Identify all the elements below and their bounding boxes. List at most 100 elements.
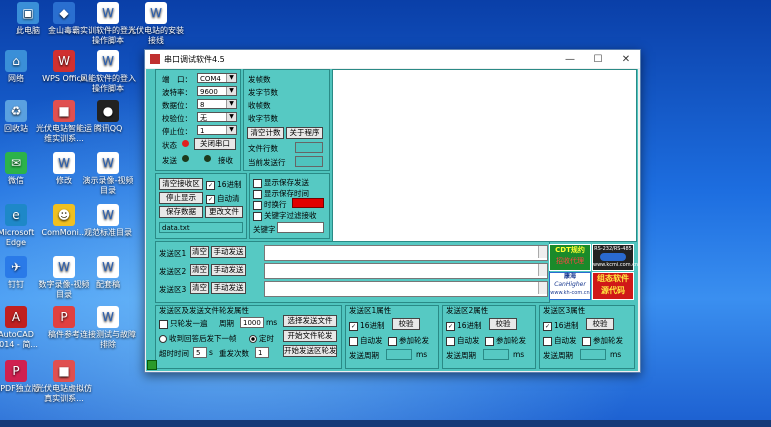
area-3-hex-checkbox[interactable]: ✓ 16进制	[543, 320, 579, 331]
app-icon: ■	[53, 360, 75, 382]
area-3-verify-button[interactable]: 校验	[586, 318, 614, 330]
send-area-1-input[interactable]	[264, 245, 548, 261]
port-settings-panel: 端 口： COM4 ▼ 波特率： 9600 ▼ 数据位： 8 ▼ 校验位： 无 ▼ 停止…	[155, 69, 241, 171]
start-file-cycle-button[interactable]: 开始文件轮发	[283, 330, 337, 342]
area-1-verify-button[interactable]: 校验	[392, 318, 420, 330]
hex-display-checkbox[interactable]: ✓ 16进制	[206, 179, 242, 190]
clear-count-button[interactable]: 清空计数	[247, 127, 284, 139]
period-input[interactable]: 1000	[240, 317, 264, 328]
send-area-1-manual-send-button[interactable]: 手动发送	[211, 246, 246, 258]
send-area-2-props-panel: 发送区2属性 ✓ 16进制 校验 自动发 参加轮发 发送周期 ms	[442, 305, 536, 369]
title-bar[interactable]: 串口调试软件4.5 — ☐ ✕	[145, 50, 640, 68]
commonitor-icon: ☻	[53, 204, 75, 226]
desktop-icon-pv-virtual[interactable]: ■ 光伏电站虚拟仿真实训系...	[36, 360, 92, 404]
send-area-1-props-panel: 发送区1属性 ✓ 16进制 校验 自动发 参加轮发 发送周期 ms	[345, 305, 439, 369]
area-3-auto-send-checkbox[interactable]: 自动发	[543, 335, 577, 346]
timed-radio[interactable]: 定时	[249, 333, 274, 344]
timeout-unit: s	[209, 348, 213, 357]
area-2-verify-button[interactable]: 校验	[489, 318, 517, 330]
data-bits-select[interactable]: 8 ▼	[197, 99, 237, 109]
desktop-icon-video-list[interactable]: W 演示录像-视频目录	[80, 152, 136, 196]
desktop-icon-connection-test[interactable]: W 连接测试与故障排除	[80, 306, 136, 350]
start-area-cycle-button[interactable]: 开始发送区轮发	[283, 345, 337, 357]
stop-display-button[interactable]: 停止显示	[159, 192, 203, 204]
minimize-button[interactable]: —	[556, 54, 584, 65]
file-name-field[interactable]: data.txt	[159, 222, 243, 233]
edge-icon: e	[5, 204, 27, 226]
change-file-button[interactable]: 更改文件	[205, 206, 243, 218]
display-options-panel: 显示保存发送 显示保存时间 时换行 关键字过滤接收 关键字	[249, 173, 330, 239]
keyword-filter-checkbox[interactable]: 关键字过滤接收	[253, 210, 317, 221]
send-area-3-input[interactable]	[264, 281, 548, 297]
chevron-down-icon: ▼	[226, 100, 236, 108]
on-reply-radio[interactable]: 收到回答后发下一帧	[159, 333, 237, 344]
config-software-ad-banner[interactable]: 组态软件 源代码	[592, 272, 634, 300]
timeout-input[interactable]: 5	[193, 347, 207, 358]
area-1-auto-send-checkbox[interactable]: 自动发	[349, 335, 383, 346]
close-port-button[interactable]: 关闭串口	[194, 138, 236, 150]
desktop-icon-standards[interactable]: W 观范标准目录	[80, 204, 136, 238]
send-area-2-input[interactable]	[264, 263, 548, 279]
converter-ad-banner[interactable]: RS-232/RS-485 www.kcmi.com.cn	[592, 244, 638, 271]
area-3-period-unit: ms	[610, 350, 622, 359]
retry-input[interactable]: 1	[255, 347, 269, 358]
port-select[interactable]: COM4 ▼	[197, 73, 237, 83]
desktop-icon-doc-2[interactable]: W 光伏电站的安装接线	[128, 2, 184, 46]
send-area-2-clear-button[interactable]: 清空	[190, 264, 209, 276]
document-icon: W	[97, 306, 119, 328]
desktop-icon-qq[interactable]: ● 腾讯QQ	[80, 100, 136, 134]
area-1-period-input[interactable]	[386, 349, 412, 360]
area-1-join-cycle-checkbox[interactable]: 参加轮发	[388, 335, 429, 346]
area-3-join-cycle-checkbox[interactable]: 参加轮发	[582, 335, 623, 346]
document-icon: W	[97, 204, 119, 226]
desktop-icon-supporting[interactable]: W 配套稿	[80, 256, 136, 290]
area-2-hex-checkbox[interactable]: ✓ 16进制	[446, 320, 482, 331]
send-area-3-manual-send-button[interactable]: 手动发送	[211, 282, 246, 294]
receive-textarea[interactable]	[332, 69, 637, 242]
clear-recv-button[interactable]: 清空接收区	[159, 178, 203, 190]
area-1-period-unit: ms	[416, 350, 428, 359]
timed-line-break-checkbox[interactable]: 时换行	[253, 199, 287, 210]
send-once-checkbox[interactable]: 只轮发一遍	[159, 318, 208, 329]
area-2-auto-send-checkbox[interactable]: 自动发	[446, 335, 480, 346]
send-file-settings-title: 发送区及发送文件轮发属性	[159, 306, 249, 315]
desktop-icon-doc-3[interactable]: W 风能软件的登入操作脚本	[80, 50, 136, 94]
send-indicator-label: 发送	[162, 156, 177, 165]
period-unit: ms	[266, 318, 278, 327]
send-area-3-label: 发送区3	[159, 285, 187, 294]
show-save-send-checkbox[interactable]: 显示保存发送	[253, 177, 309, 188]
baud-label: 波特率：	[162, 88, 192, 97]
app-icon: ■	[53, 100, 75, 122]
send-area-3-clear-button[interactable]: 清空	[190, 282, 209, 294]
select-send-file-button[interactable]: 选择发送文件	[283, 315, 337, 327]
about-button[interactable]: 关于程序	[286, 127, 323, 139]
scrollbar[interactable]	[538, 264, 547, 276]
scrollbar[interactable]	[538, 246, 547, 258]
area-2-period-input[interactable]	[483, 349, 509, 360]
close-button[interactable]: ✕	[612, 54, 640, 65]
retry-label: 重发次数	[219, 349, 249, 358]
area-1-hex-checkbox[interactable]: ✓ 16进制	[349, 320, 385, 331]
chevron-down-icon: ▼	[226, 87, 236, 95]
area-2-join-cycle-checkbox[interactable]: 参加轮发	[485, 335, 526, 346]
timed-value-field[interactable]	[292, 198, 324, 208]
area-3-period-input[interactable]	[580, 349, 606, 360]
send-area-2-manual-send-button[interactable]: 手动发送	[211, 264, 246, 276]
keyword-input[interactable]	[277, 222, 324, 233]
stop-bits-select[interactable]: 1 ▼	[197, 125, 237, 135]
period-label: 周期	[219, 319, 234, 328]
auto-clear-checkbox[interactable]: ✓ 自动清	[206, 193, 240, 204]
save-data-button[interactable]: 保存数据	[159, 206, 203, 218]
scrollbar[interactable]	[538, 282, 547, 294]
current-line-field	[295, 156, 323, 167]
canhigher-ad-banner[interactable]: 康海 CanHigher www.kh-com.cn	[549, 272, 591, 300]
cdt-ad-banner[interactable]: CDT规约 招收代理	[549, 244, 591, 271]
area-1-period-label: 发送周期	[349, 351, 379, 360]
maximize-button[interactable]: ☐	[584, 54, 612, 65]
area-2-period-unit: ms	[513, 350, 525, 359]
qq-icon: ●	[97, 100, 119, 122]
send-area-1-clear-button[interactable]: 清空	[190, 246, 209, 258]
baud-select[interactable]: 9600 ▼	[197, 86, 237, 96]
parity-select[interactable]: 无 ▼	[197, 112, 237, 122]
wps-icon: W	[53, 50, 75, 72]
